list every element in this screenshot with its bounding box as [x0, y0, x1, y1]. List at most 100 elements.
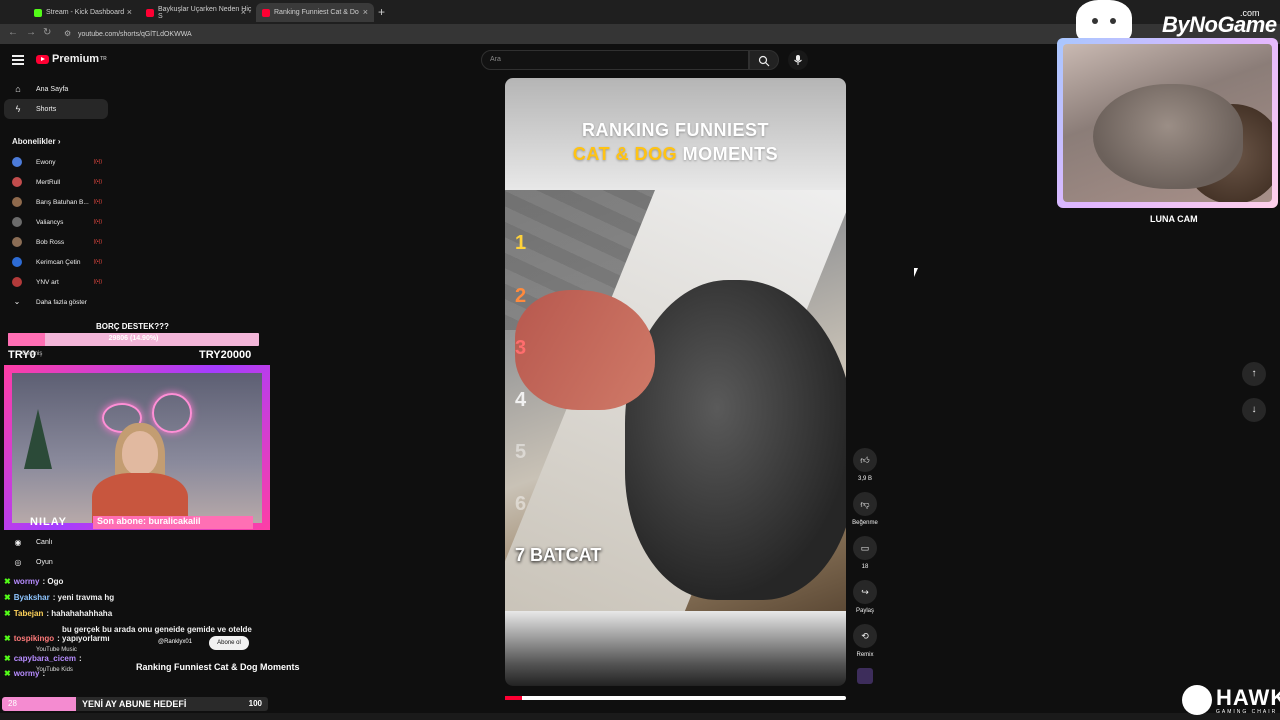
subscription-item[interactable]: Barış Batuhan B... ((•)) [12, 195, 104, 209]
like-count: 3,9 B [857, 476, 872, 482]
donation-goal-max: TRY20000 [199, 349, 252, 361]
channel-handle[interactable]: @Ranklyx01 [158, 639, 192, 645]
video-progress-fill [505, 696, 523, 700]
streamer-face [122, 431, 158, 475]
subscription-name: Kerimcan Çetin [36, 258, 81, 266]
share-button[interactable]: ↪ Paylaş [850, 580, 880, 614]
voice-search-button[interactable] [788, 50, 808, 70]
subscriptions-title[interactable]: Abonelikler › [12, 137, 60, 146]
cat-eye [1092, 18, 1098, 24]
close-icon[interactable]: × [363, 7, 368, 17]
sponsor-name: HAWK [1216, 685, 1280, 710]
show-more-button[interactable]: ⌄ Daha fazla göster [12, 295, 104, 309]
previous-short-button[interactable]: ↑ [1242, 362, 1266, 386]
shorts-player[interactable]: RANKING FUNNIEST CAT & DOG MOMENTS 1 2 3… [505, 78, 846, 686]
chevron-right-icon: › [57, 137, 61, 146]
chat-text: yeni travma hg [57, 593, 115, 602]
chat-username: tospikingo [13, 634, 55, 643]
hawk-icon [1182, 685, 1212, 715]
comment-count: 18 [861, 564, 869, 570]
search-input[interactable]: Ara [481, 50, 749, 70]
subscription-item[interactable]: Ewony ((•)) [12, 155, 104, 169]
subscription-name: Valiancys [36, 218, 64, 226]
live-dot-icon: ((•)) [93, 199, 102, 205]
sponsor-logo: HAWK GAMING CHAIR [1182, 685, 1280, 717]
rank-number: 4 [515, 389, 527, 411]
subscription-item[interactable]: Kerimcan Çetin ((•)) [12, 255, 104, 269]
video-title-card: RANKING FUNNIEST CAT & DOG MOMENTS [505, 78, 846, 190]
share-label: Paylaş [855, 608, 874, 614]
site-info-icon[interactable]: ⚙ [64, 29, 71, 38]
subscriber-goal-label: YENİ AY ABUNE HEDEFİ [82, 699, 187, 709]
sidebar-item-home[interactable]: ⌂ Ana Sayfa [4, 79, 108, 99]
latest-subscriber: Son abone: buralicakalil [93, 516, 253, 529]
video-title-highlight: CAT & DOG [572, 144, 678, 164]
sponsor-tagline: GAMING CHAIR [1216, 709, 1278, 715]
tab-baykuslar[interactable]: Baykuşlar Uçarken Neden Hiç S × [140, 3, 252, 22]
avatar [12, 217, 22, 227]
pet-cam-frame [1057, 38, 1278, 208]
youtube-icon [146, 8, 154, 17]
sidebar-item-label: Ana Sayfa [36, 85, 69, 93]
chat-separator: : [78, 654, 82, 663]
show-more-label: Daha fazla göster [36, 298, 87, 306]
mouse-cursor [914, 268, 918, 277]
next-short-button[interactable]: ↓ [1242, 398, 1266, 422]
donation-goal-bar: 29806 (14.90%) [8, 333, 259, 346]
subscription-item[interactable]: Valiancys ((•)) [12, 215, 104, 229]
dislike-button[interactable]: 👎︎ Beğenme [850, 492, 880, 526]
subscriptions-label: Abonelikler [12, 137, 56, 146]
taskbar [0, 713, 1280, 720]
kick-badge-icon: ✖ [4, 669, 11, 678]
close-icon[interactable]: × [241, 7, 246, 17]
arrow-down-icon: ↓ [1251, 404, 1257, 415]
subscription-item[interactable]: Bob Ross ((•)) [12, 235, 104, 249]
short-title[interactable]: Ranking Funniest Cat & Dog Moments [136, 662, 300, 672]
tab-label: Stream - Kick Dashboard [46, 9, 125, 16]
back-icon[interactable]: ← [8, 27, 18, 38]
video-title-line2: CAT & DOG MOMENTS [505, 144, 846, 165]
reload-icon[interactable]: ↻ [43, 27, 51, 38]
live-dot-icon: ((•)) [93, 219, 102, 225]
search-button[interactable] [749, 50, 779, 70]
comments-button[interactable]: ▭ 18 [850, 536, 880, 570]
close-icon[interactable]: × [127, 7, 132, 17]
live-dot-icon: ((•)) [93, 159, 102, 165]
subscriber-goal-current: 28 [8, 699, 17, 708]
sidebar-item-shorts[interactable]: ϟ Shorts [4, 99, 108, 119]
video-progress-bar[interactable] [505, 696, 846, 700]
new-tab-icon[interactable]: + [378, 5, 385, 19]
live-dot-icon: ((•)) [93, 259, 102, 265]
sidebar-item-history[interactable]: Geçmiş [22, 351, 42, 357]
sidebar-item-gaming[interactable]: ◎ Oyun [12, 558, 53, 567]
remix-icon: ⟲ [853, 624, 877, 648]
tab-ranking-funniest[interactable]: Ranking Funniest Cat & Do × [256, 3, 374, 22]
sound-avatar[interactable] [857, 668, 873, 684]
donation-goal-text: 29806 (14.90%) [108, 335, 159, 342]
sidebar-item-youtube-kids[interactable]: YouTube Kids [36, 667, 73, 673]
kick-badge-icon: ✖ [4, 634, 11, 643]
address-bar[interactable]: ⚙ youtube.com/shorts/qGlTLdOKWWA [60, 27, 1060, 41]
tab-kick-dashboard[interactable]: Stream - Kick Dashboard × [28, 3, 138, 22]
mic-icon [794, 55, 802, 65]
brand-domain: .com [1240, 8, 1260, 18]
subscription-item[interactable]: MertRull ((•)) [12, 175, 104, 189]
sidebar-item-label: Canlı [36, 539, 53, 546]
menu-icon[interactable] [12, 55, 24, 67]
arrow-up-icon: ↑ [1251, 368, 1257, 379]
forward-icon[interactable]: → [26, 27, 36, 38]
kick-icon [34, 8, 42, 17]
logo-region: TR [100, 56, 107, 62]
donation-goal-title: BORÇ DESTEK??? [96, 322, 169, 331]
rank-number: 2 [515, 285, 527, 307]
subscribe-button[interactable]: Abone ol [209, 636, 249, 650]
youtube-logo[interactable]: Premium TR [36, 53, 107, 65]
streamer-webcam [4, 365, 270, 530]
subscription-item[interactable]: YNV art ((•)) [12, 275, 104, 289]
thumbs-up-icon: 👍︎ [853, 448, 877, 472]
webcam-video [12, 373, 262, 523]
like-button[interactable]: 👍︎ 3,9 B [850, 448, 880, 482]
sidebar-item-youtube-music[interactable]: YouTube Music [36, 647, 77, 653]
remix-button[interactable]: ⟲ Remix [850, 624, 880, 658]
sidebar-item-live[interactable]: ◉ Canlı [12, 538, 53, 547]
